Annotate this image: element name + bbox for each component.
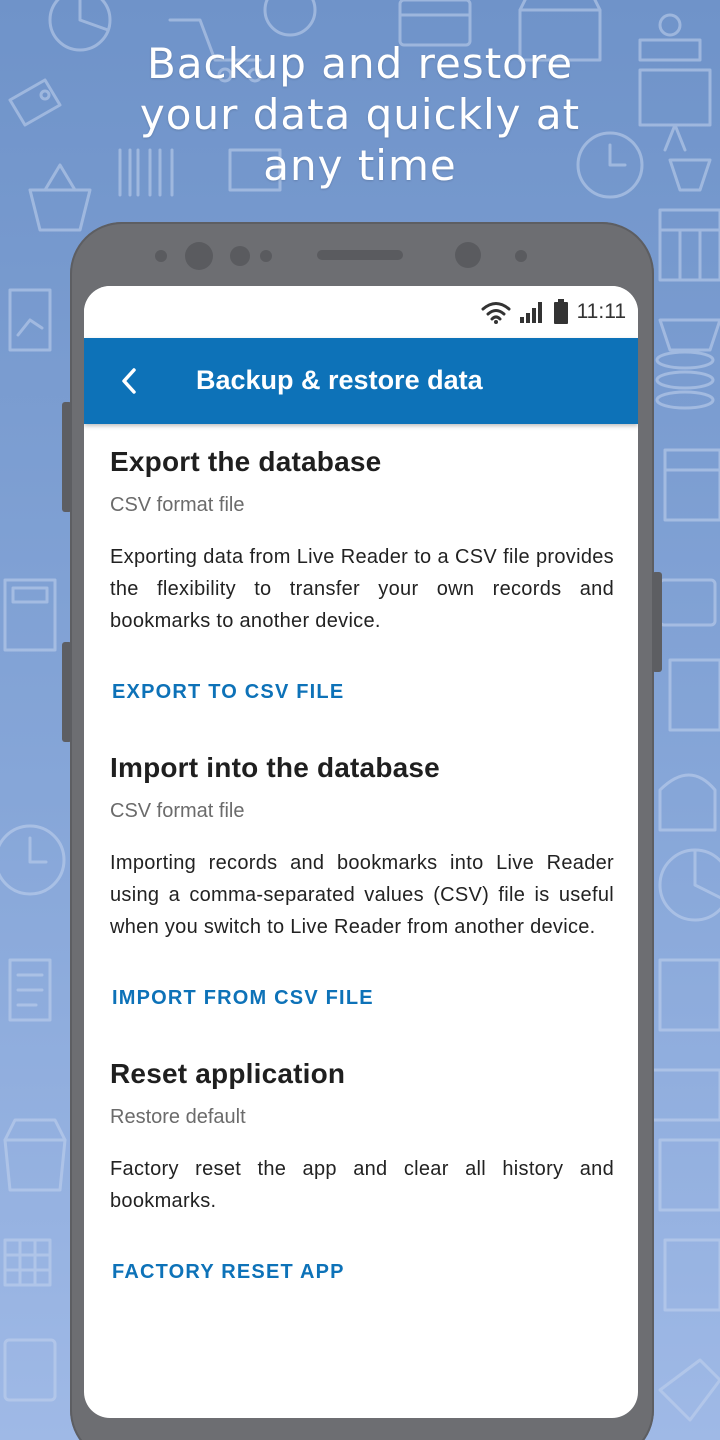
- promo-headline-line-1: Backup and restore: [146, 39, 574, 88]
- front-camera: [185, 242, 213, 270]
- section-description: Importing records and bookmarks into Liv…: [110, 852, 614, 938]
- basket-icon-3: [658, 318, 720, 352]
- promo-headline-line-3: any time: [263, 141, 457, 190]
- section-subtitle: Restore default: [110, 1106, 246, 1128]
- tag-icon-2: [658, 1358, 720, 1422]
- coin-icon: [263, 0, 317, 37]
- phone-frame: 11:11 Backup & restore data Export the d…: [62, 222, 662, 1440]
- sensor-dot: [155, 250, 167, 262]
- section-subtitle: CSV format file: [110, 800, 245, 822]
- safe-icon: [668, 658, 720, 732]
- promo-headline: Backup and restore your data quickly at …: [0, 38, 720, 191]
- section-title: Reset application: [110, 1058, 346, 1089]
- pie-chart-icon-2: [658, 848, 720, 922]
- signal-icon: [519, 302, 542, 323]
- import-csv-button[interactable]: IMPORT FROM CSV FILE: [110, 983, 374, 1014]
- sensor-dot: [515, 250, 527, 262]
- receipt-icon: [8, 958, 52, 1022]
- calculator-icon: [3, 578, 57, 652]
- section-title: Export the database: [110, 446, 382, 477]
- wifi-icon: [481, 302, 511, 324]
- briefcase-icon: [658, 578, 717, 627]
- grid-icon: [3, 1238, 52, 1287]
- section-description: Exporting data from Live Reader to a CSV…: [110, 546, 614, 632]
- factory-reset-button[interactable]: FACTORY RESET APP: [110, 1257, 345, 1288]
- coins-icon: [655, 350, 715, 410]
- calendar-icon: [658, 208, 720, 282]
- section-subtitle: CSV format file: [110, 494, 245, 516]
- store-awning-icon: [663, 448, 720, 522]
- sensor-dot: [260, 250, 272, 262]
- store-icon-2: [663, 1238, 720, 1312]
- reset-section: Reset application Restore default Factor…: [110, 1058, 614, 1288]
- import-section: Import into the database CSV format file…: [110, 752, 614, 1014]
- back-button[interactable]: [112, 363, 148, 399]
- earpiece-speaker: [317, 250, 403, 260]
- promo-headline-line-2: your data quickly at: [139, 90, 581, 139]
- section-title: Import into the database: [110, 752, 440, 783]
- store-icon: [3, 1118, 67, 1192]
- clock-icon: [0, 824, 66, 896]
- battery-icon: [553, 299, 568, 324]
- export-csv-button[interactable]: EXPORT TO CSV FILE: [110, 677, 344, 708]
- chart-icon: [8, 288, 52, 352]
- phone-screen: 11:11 Backup & restore data Export the d…: [84, 286, 638, 1418]
- volume-button: [62, 402, 72, 512]
- app-bar: Backup & restore data: [84, 338, 638, 424]
- power-button-right: [652, 572, 662, 672]
- payment-icon: [648, 1068, 720, 1122]
- percent-tag-icon: [658, 1138, 720, 1212]
- status-bar: 11:11: [84, 286, 638, 338]
- page-title: Backup & restore data: [196, 365, 483, 395]
- wallet-icon: [3, 1338, 57, 1402]
- cash-register-icon: [658, 958, 720, 1032]
- money-bag-icon: [658, 773, 717, 832]
- export-section: Export the database CSV format file Expo…: [110, 446, 614, 708]
- status-time: 11:11: [576, 300, 626, 323]
- sensor-dot: [230, 246, 250, 266]
- proximity-sensor: [455, 242, 481, 268]
- section-description: Factory reset the app and clear all hist…: [110, 1158, 614, 1212]
- settings-content: Export the database CSV format file Expo…: [110, 446, 614, 1288]
- power-button-left: [62, 642, 72, 742]
- chevron-left-icon: [122, 368, 136, 394]
